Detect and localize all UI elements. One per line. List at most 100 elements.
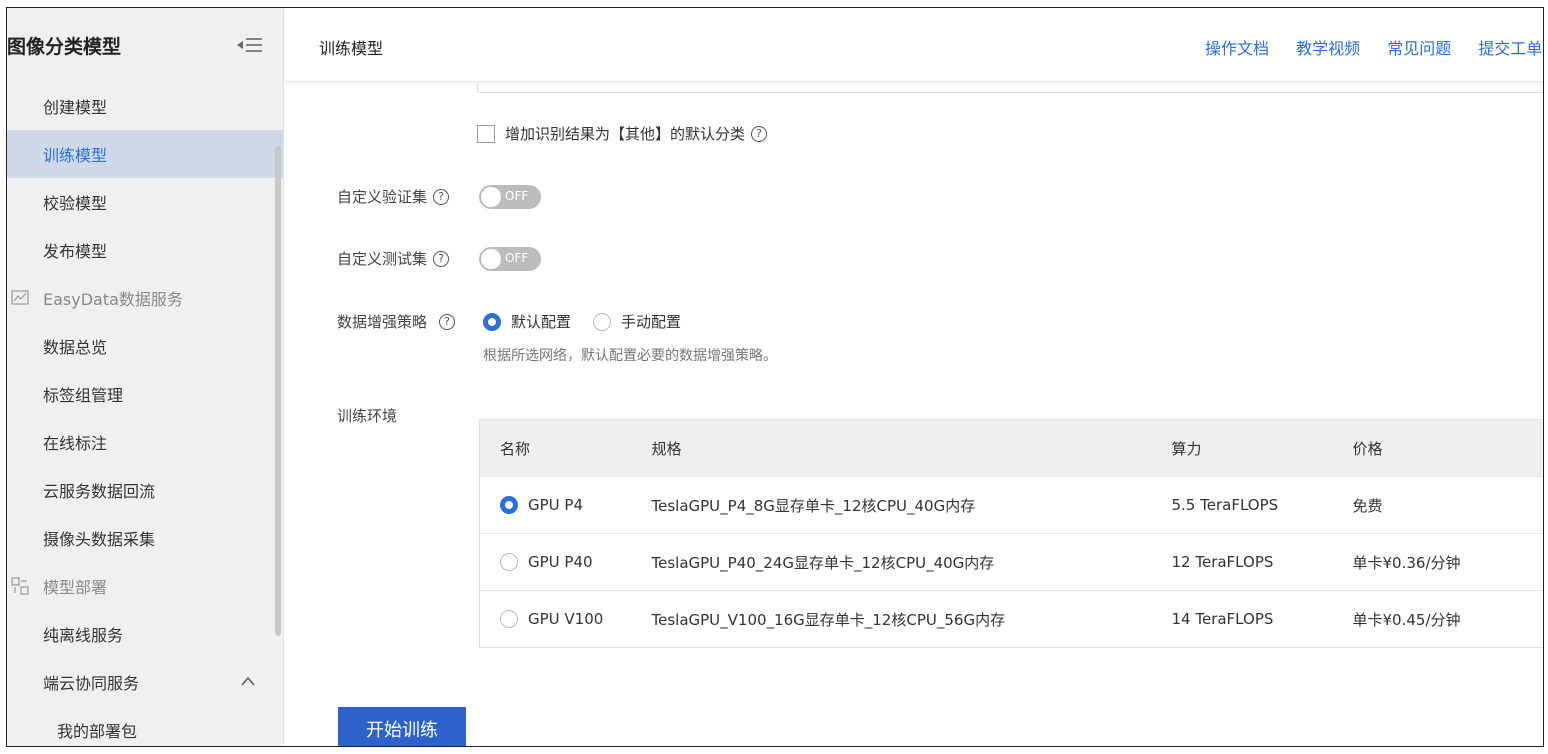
sidebar-item-publish-model[interactable]: 发布模型 (7, 226, 283, 274)
sidebar-item-cloud-data-return[interactable]: 云服务数据回流 (7, 466, 283, 514)
link-videos[interactable]: 教学视频 (1296, 39, 1360, 58)
gpu-price: 免费 (1352, 476, 1543, 534)
help-icon[interactable]: ? (433, 250, 450, 267)
table-row[interactable]: GPU P4 TeslaGPU_P4_8G显存单卡_12核CPU_40G内存 5… (479, 476, 1543, 534)
gpu-name: GPU P4 (528, 496, 584, 514)
other-class-checkbox[interactable] (477, 124, 495, 143)
gpu-name: GPU V100 (528, 610, 604, 628)
toggle-state: OFF (505, 251, 529, 265)
table-row[interactable]: GPU P40 TeslaGPU_P40_24G显存单卡_12核CPU_40G内… (479, 533, 1543, 591)
help-icon[interactable]: ? (751, 125, 768, 142)
aug-radio-group: 默认配置 手动配置 (483, 311, 703, 332)
aug-manual-option[interactable]: 手动配置 (593, 311, 681, 332)
radio-unselected[interactable] (500, 610, 518, 628)
gpu-power: 12 TeraFLOPS (1171, 533, 1353, 591)
sidebar-item-label: 纯离线服务 (43, 626, 124, 645)
sidebar-item-label: 校验模型 (43, 194, 108, 213)
aug-label: 数据增强策略 (337, 313, 428, 331)
col-header: 算力 (1171, 419, 1353, 477)
sidebar-title: 图像分类模型 (7, 35, 122, 58)
collapse-menu-icon[interactable] (235, 35, 263, 55)
gpu-option[interactable]: GPU P4 (500, 496, 652, 514)
env-label: 训练环境 (337, 407, 398, 425)
other-class-option: 增加识别结果为【其他】的默认分类 ? (477, 123, 768, 144)
aug-default-option[interactable]: 默认配置 (483, 311, 571, 332)
main-content: 增加识别结果为【其他】的默认分类 ? 自定义验证集 ? OFF 自定义测试集 ?… (285, 83, 1543, 746)
toggle-state: OFF (505, 189, 529, 203)
custom-test-toggle[interactable]: OFF (479, 247, 541, 271)
gpu-name: GPU P40 (528, 553, 593, 571)
custom-test-label: 自定义测试集 (337, 250, 428, 268)
sidebar-group-easydata[interactable]: EasyData数据服务 (7, 274, 283, 322)
aug-default-label: 默认配置 (511, 313, 572, 331)
radio-selected[interactable] (500, 496, 518, 514)
chart-icon (11, 290, 29, 305)
custom-val-label: 自定义验证集 (337, 188, 428, 206)
sidebar-item-label-groups[interactable]: 标签组管理 (7, 370, 283, 418)
link-faq[interactable]: 常见问题 (1387, 39, 1451, 58)
toggle-knob (481, 249, 501, 269)
sidebar-scrollbar[interactable] (275, 146, 281, 636)
start-training-button[interactable]: 开始训练 (338, 707, 466, 746)
sidebar-item-label: 数据总览 (43, 338, 108, 357)
custom-test-label-wrap: 自定义测试集 ? (337, 248, 450, 269)
sidebar-item-online-annotation[interactable]: 在线标注 (7, 418, 283, 466)
toggle-knob (481, 187, 501, 207)
sidebar-item-label: 摄像头数据采集 (43, 530, 156, 549)
gpu-price: 单卡¥0.45/分钟 (1352, 590, 1543, 648)
sidebar-item-verify-model[interactable]: 校验模型 (7, 178, 283, 226)
gpu-price: 单卡¥0.36/分钟 (1352, 533, 1543, 591)
gpu-spec: TeslaGPU_V100_16G显存单卡_12核CPU_56G内存 (651, 590, 1172, 648)
chevron-up-icon[interactable] (241, 676, 255, 686)
aug-label-wrap: 数据增强策略 ? (337, 311, 456, 332)
table-row[interactable]: GPU V100 TeslaGPU_V100_16G显存单卡_12核CPU_56… (479, 590, 1543, 648)
previous-section-box (477, 83, 1543, 93)
sidebar-item-label: 在线标注 (43, 434, 108, 453)
gpu-spec: TeslaGPU_P4_8G显存单卡_12核CPU_40G内存 (651, 476, 1172, 534)
sidebar-item-label: 我的部署包 (57, 722, 138, 741)
gpu-option[interactable]: GPU P40 (500, 553, 652, 571)
header-links: 操作文档 教学视频 常见问题 提交工单 (1205, 35, 1543, 59)
sidebar-item-create-model[interactable]: 创建模型 (7, 82, 283, 130)
gpu-power: 14 TeraFLOPS (1171, 590, 1353, 648)
aug-hint: 根据所选网络，默认配置必要的数据增强策略。 (483, 348, 777, 364)
sidebar-item-offline-service[interactable]: 纯离线服务 (7, 610, 283, 658)
sidebar-item-camera-collect[interactable]: 摄像头数据采集 (7, 514, 283, 562)
custom-val-toggle[interactable]: OFF (479, 185, 541, 209)
sidebar-item-label: 标签组管理 (43, 386, 124, 405)
aug-manual-label: 手动配置 (621, 313, 682, 331)
sidebar: 图像分类模型 创建模型 训练模型 校验模型 发布模型 EasyData数据服务 … (7, 8, 284, 746)
sidebar-item-data-overview[interactable]: 数据总览 (7, 322, 283, 370)
env-table: 名称 规格 算力 价格 GPU P4 TeslaGPU_P4_8G显存单卡_12… (479, 419, 1543, 648)
sidebar-item-train-model[interactable]: 训练模型 (7, 130, 283, 178)
sidebar-group-deploy[interactable]: 模型部署 (7, 562, 283, 610)
top-bar: 训练模型 操作文档 教学视频 常见问题 提交工单 (285, 8, 1543, 82)
help-icon[interactable]: ? (433, 188, 450, 205)
gpu-power: 5.5 TeraFLOPS (1171, 476, 1353, 534)
sidebar-item-label: 训练模型 (43, 146, 108, 165)
other-class-label: 增加识别结果为【其他】的默认分类 (505, 125, 746, 143)
link-docs[interactable]: 操作文档 (1205, 39, 1269, 58)
sidebar-item-my-packages[interactable]: 我的部署包 (7, 706, 283, 746)
col-header: 价格 (1352, 419, 1543, 477)
sidebar-group-label: 模型部署 (43, 578, 108, 597)
radio-unselected[interactable] (593, 312, 612, 331)
custom-val-label-wrap: 自定义验证集 ? (337, 186, 450, 207)
sidebar-item-edge-cloud[interactable]: 端云协同服务 (7, 658, 283, 706)
col-header: 规格 (651, 419, 1172, 477)
sidebar-item-label: 云服务数据回流 (43, 482, 156, 501)
sidebar-group-label: EasyData数据服务 (43, 290, 183, 309)
table-header-row: 名称 规格 算力 价格 (479, 419, 1543, 477)
gpu-option[interactable]: GPU V100 (500, 610, 652, 628)
sidebar-item-label: 创建模型 (43, 98, 108, 117)
sidebar-header: 图像分类模型 (7, 8, 283, 82)
radio-selected[interactable] (483, 312, 501, 331)
page-title: 训练模型 (319, 39, 384, 58)
gpu-spec: TeslaGPU_P40_24G显存单卡_12核CPU_40G内存 (651, 533, 1172, 591)
radio-unselected[interactable] (500, 553, 518, 571)
app-window: 图像分类模型 创建模型 训练模型 校验模型 发布模型 EasyData数据服务 … (6, 7, 1544, 747)
help-icon[interactable]: ? (439, 313, 456, 330)
link-ticket[interactable]: 提交工单 (1478, 39, 1542, 58)
deploy-icon (11, 577, 29, 595)
sidebar-item-label: 发布模型 (43, 242, 108, 261)
